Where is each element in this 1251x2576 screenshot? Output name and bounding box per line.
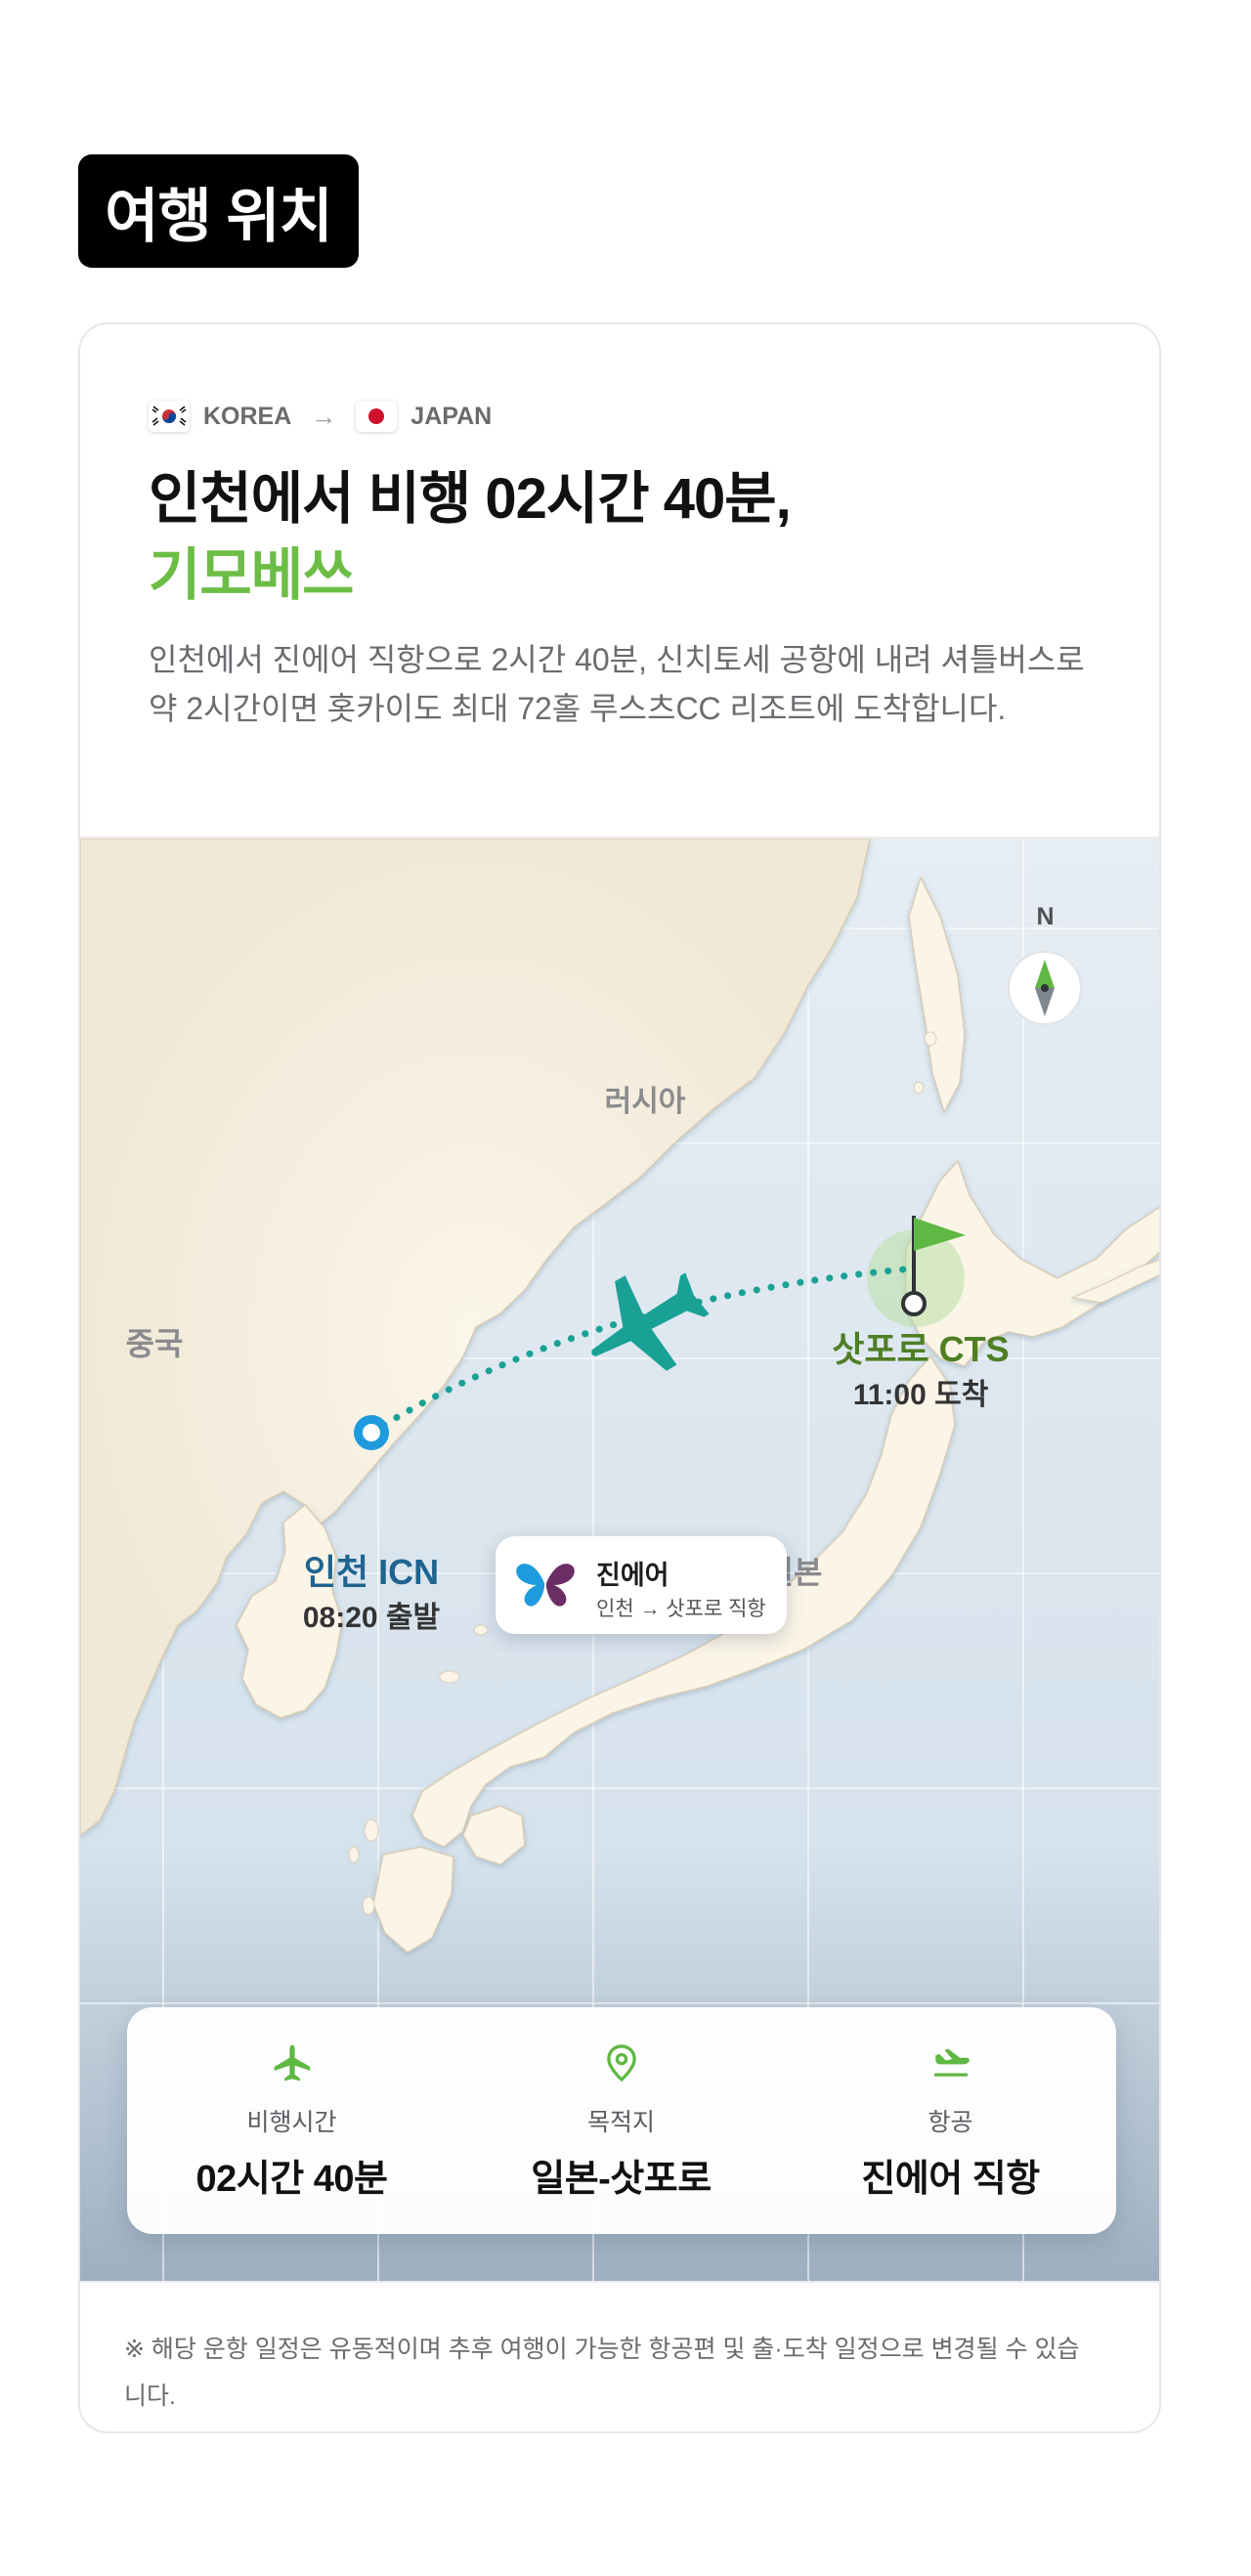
info-destination: 목적지 일본-삿포로 — [456, 2007, 786, 2234]
section-title: 여행 위치 — [78, 154, 359, 268]
to-country: JAPAN — [410, 402, 493, 430]
label-china: 중국 — [125, 1326, 184, 1361]
label-russia: 러시아 — [604, 1086, 686, 1118]
route-map[interactable]: N 러시아 중국 일본 진에어 인천 → 삿포로 직항 삿포로 CTS 11:0… — [80, 837, 1159, 2283]
description: 인천에서 진에어 직항으로 2시간 40분, 신치토세 공항에 내려 셔틀버스로… — [149, 642, 1085, 726]
destination-value: 일본-삿포로 — [531, 2159, 712, 2200]
flight-time-label: 비행시간 — [246, 2109, 337, 2136]
airline-name: 진에어 — [596, 1561, 669, 1590]
headline-line1: 인천에서 비행 02시간 40분, — [149, 467, 792, 531]
korea-flag-icon — [149, 401, 190, 432]
route-countries: KOREA → JAPAN — [149, 395, 492, 438]
headline: 인천에서 비행 02시간 40분, 기모베쓰 — [149, 461, 1087, 614]
compass-icon: N — [984, 903, 1106, 1025]
airline-route: 인천 → 삿포로 직항 — [596, 1598, 766, 1620]
destination-name: 삿포로 CTS — [832, 1329, 1010, 1369]
jinair-logo-icon — [516, 1564, 575, 1607]
flight-time-value: 02시간 40분 — [195, 2159, 388, 2200]
from-country: KOREA — [203, 402, 292, 430]
origin-time: 08:20 출발 — [302, 1602, 441, 1634]
japan-flag-icon — [356, 401, 398, 432]
info-flight-time: 비행시간 02시간 40분 — [127, 2007, 456, 2234]
trip-info-box: 비행시간 02시간 40분 목적지 일본-삿포로 항공 진에어 직항 — [127, 2007, 1116, 2234]
airline-value: 진에어 직항 — [861, 2159, 1040, 2200]
airplane-icon — [274, 2044, 311, 2082]
location-pin-icon — [607, 2044, 636, 2082]
destination-time: 11:00 도착 — [852, 1379, 989, 1411]
schedule-footnote: ※ 해당 운항 일정은 유동적이며 추후 여행이 가능한 항공편 및 출·도착 … — [124, 2336, 1080, 2410]
location-card: KOREA → JAPAN 인천에서 비행 02시간 40분, 기모베쓰 인천에… — [78, 322, 1161, 2433]
route-arrow: → — [311, 401, 337, 431]
destination-flag-icon — [901, 1216, 966, 1316]
headline-destination: 기모베쓰 — [149, 543, 354, 607]
landing-plane-icon — [933, 2048, 970, 2077]
info-airline: 항공 진에어 직항 — [786, 2007, 1115, 2234]
destination-label: 목적지 — [586, 2109, 655, 2136]
origin-name: 인천 ICN — [303, 1552, 440, 1592]
airline-label: 항공 — [927, 2109, 973, 2136]
airline-route-pill[interactable]: 진에어 인천 → 삿포로 직항 — [496, 1536, 787, 1634]
